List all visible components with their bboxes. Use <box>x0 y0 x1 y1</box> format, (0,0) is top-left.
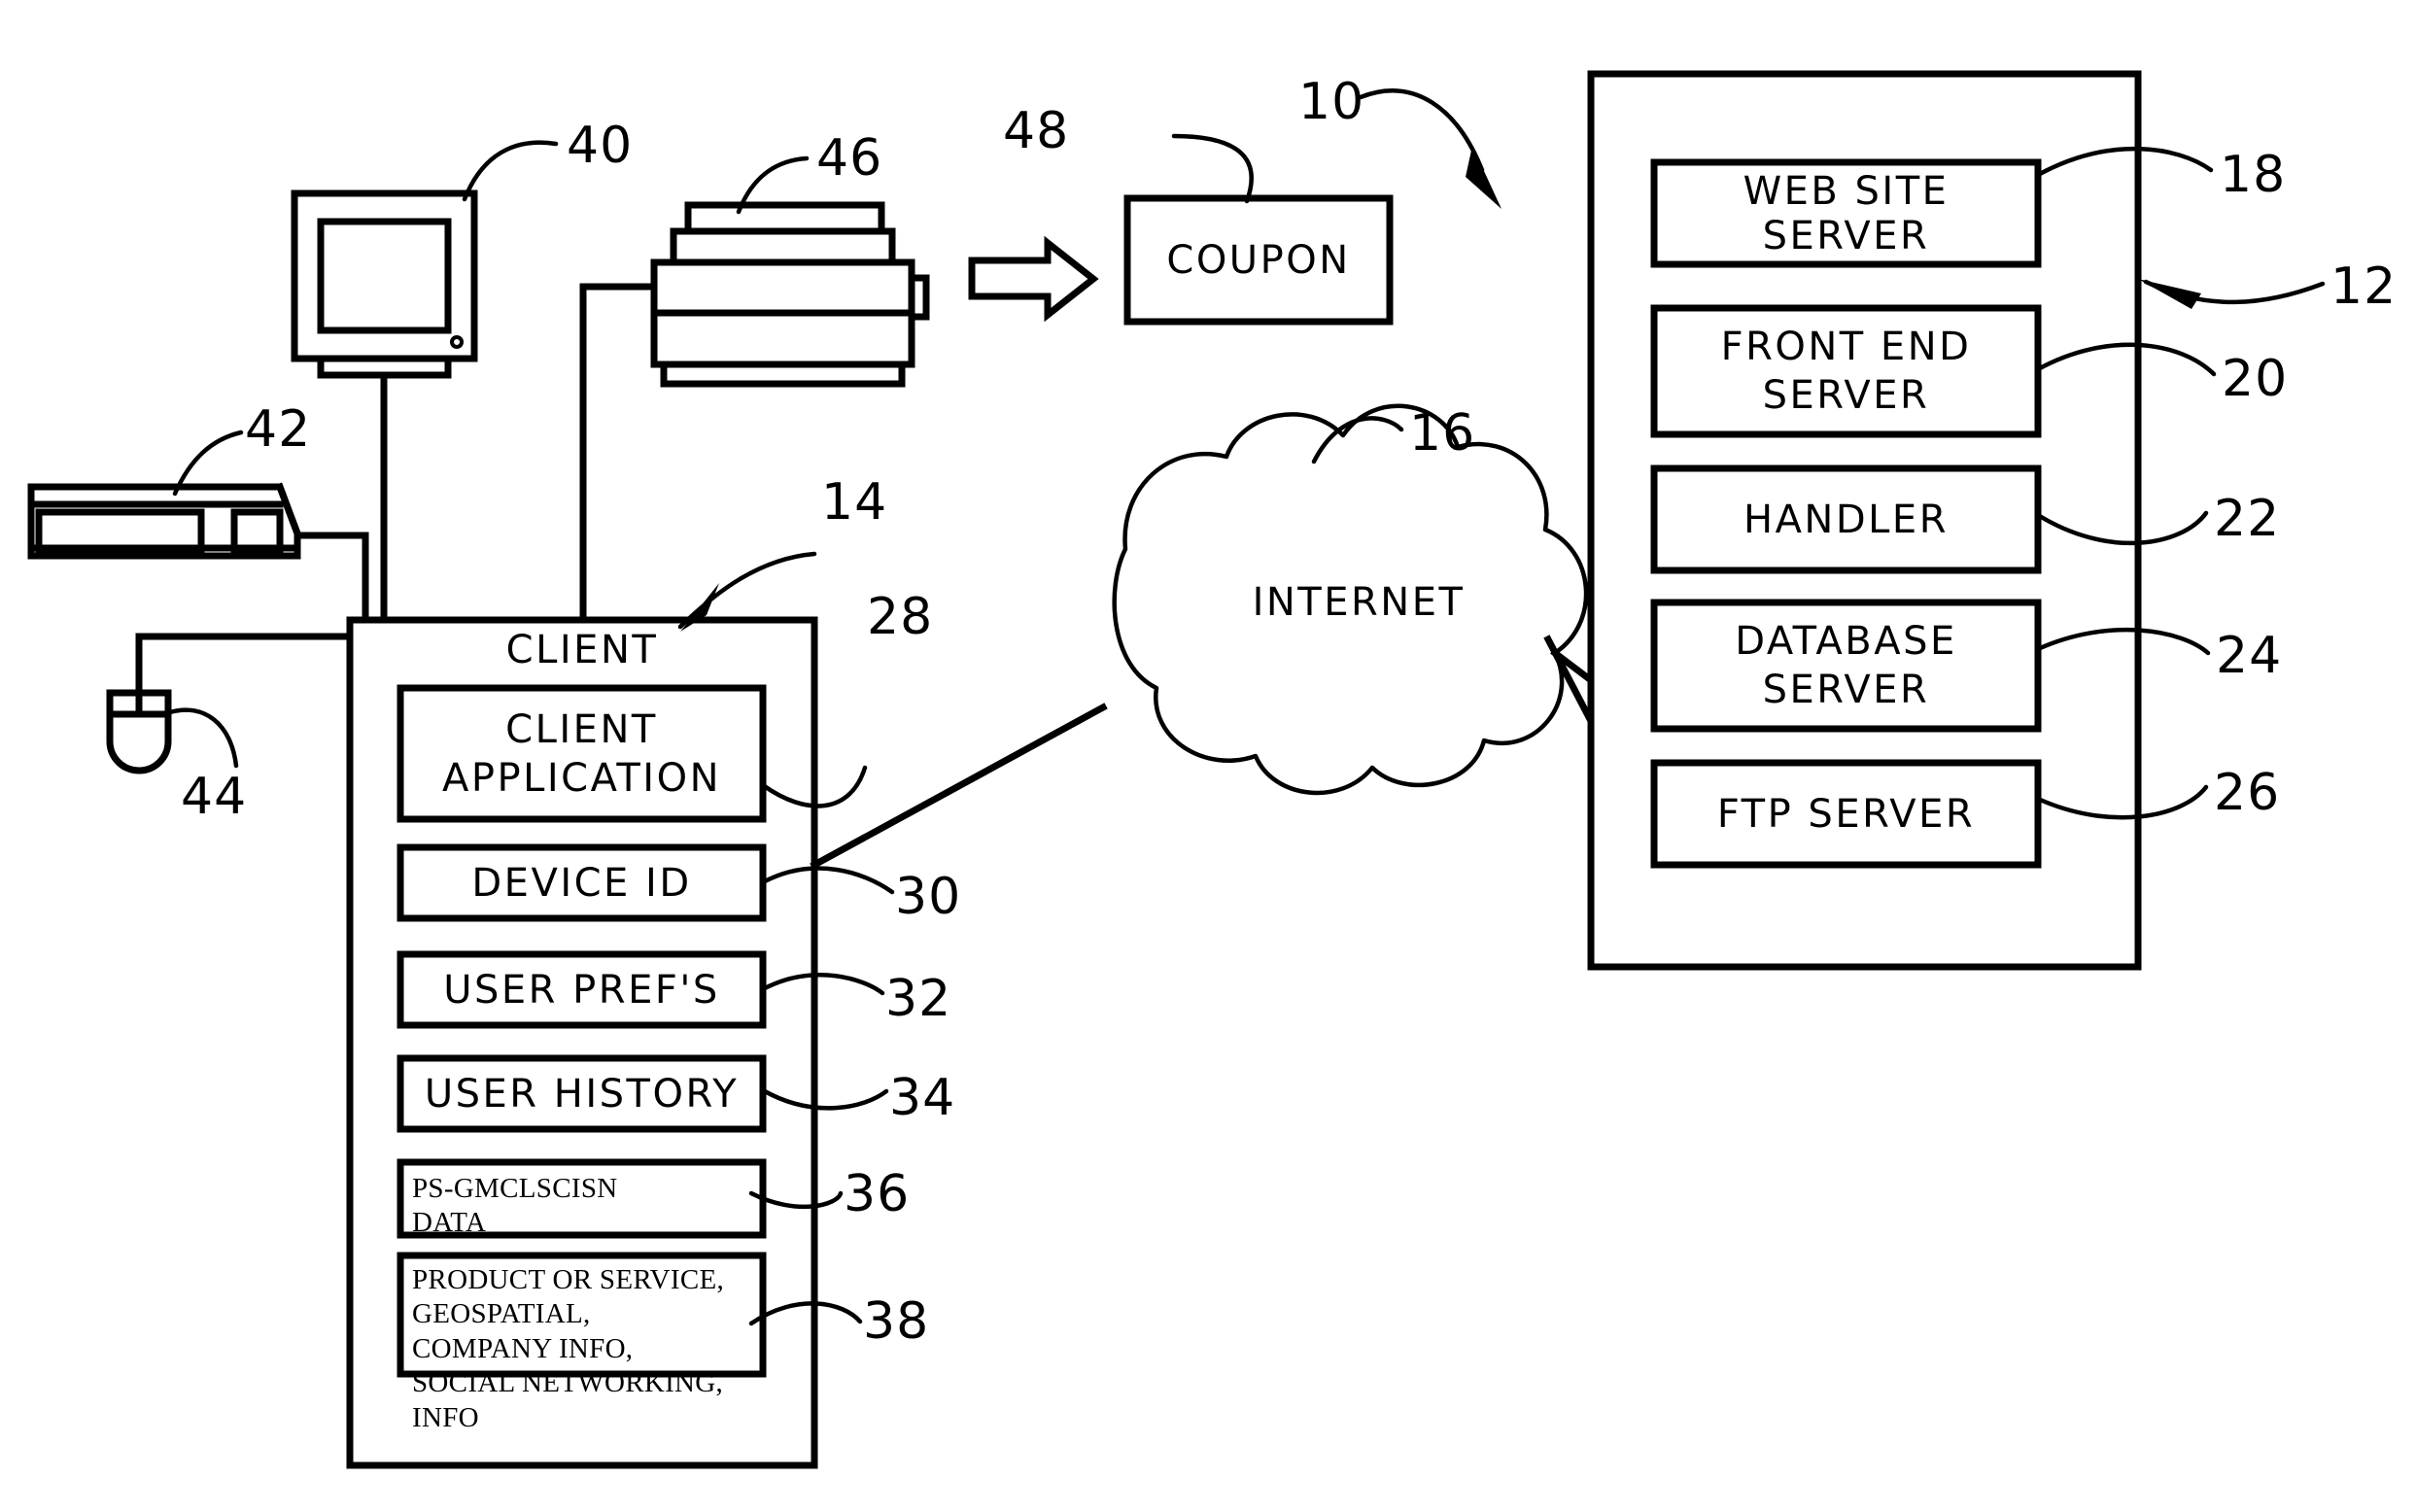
ref-num-28: 28 <box>867 588 934 646</box>
monitor-icon <box>291 189 478 624</box>
patent-figure: 40 42 44 46 48 COUPON 10 14 CLIENT CLIEN… <box>0 0 2416 1512</box>
ref-num-44: 44 <box>181 768 248 826</box>
ref-num-34: 34 <box>889 1069 956 1127</box>
lead-12-arrowhead <box>2138 279 2201 309</box>
keyboard-icon <box>27 482 302 560</box>
lead-40 <box>462 140 559 202</box>
web-site-server-label: WEB SITE SERVER <box>1743 168 1950 258</box>
ref-num-38: 38 <box>863 1292 930 1351</box>
printer-cable <box>579 283 658 624</box>
ref-num-12: 12 <box>2330 258 2398 316</box>
ps-data-label: PS-GMCLSCISN DATA <box>412 1173 618 1239</box>
ref-num-14: 14 <box>821 473 888 532</box>
front-end-server-label: FRONT END SERVER <box>1720 325 1972 418</box>
lead-10 <box>1358 88 1485 173</box>
ref-num-16: 16 <box>1409 404 1476 463</box>
ref-num-24: 24 <box>2216 627 2283 685</box>
lead-44 <box>167 707 239 769</box>
ref-num-40: 40 <box>567 117 634 175</box>
ref-num-10: 10 <box>1298 73 1365 131</box>
ref-num-48: 48 <box>1003 102 1070 160</box>
ref-num-30: 30 <box>895 868 962 926</box>
product-info-label: PRODUCT OR SERVICE, GEOSPATIAL, COMPANY … <box>412 1264 725 1433</box>
printer-icon <box>650 201 930 388</box>
database-server-label: DATABASE SERVER <box>1735 619 1957 712</box>
lead-10-arrowhead <box>1466 146 1501 209</box>
ref-num-42: 42 <box>245 400 312 459</box>
ftp-server-label: FTP SERVER <box>1716 791 1976 837</box>
ref-num-26: 26 <box>2214 764 2281 822</box>
mouse-icon <box>106 689 172 774</box>
client-title: CLIENT <box>505 628 659 672</box>
ref-num-46: 46 <box>816 129 883 188</box>
ref-num-22: 22 <box>2214 490 2281 548</box>
ref-num-20: 20 <box>2222 350 2289 408</box>
client-application-label: CLIENT APPLICATION <box>441 706 721 801</box>
mouse-cable <box>135 633 354 697</box>
device-id-label: DEVICE ID <box>471 860 692 906</box>
ref-num-36: 36 <box>844 1165 911 1223</box>
user-history-label: USER HISTORY <box>424 1071 740 1117</box>
keyboard-cable <box>293 532 369 624</box>
user-prefs-label: USER PREF'S <box>443 967 720 1013</box>
coupon-label: COUPON <box>1166 237 1351 283</box>
ref-num-18: 18 <box>2220 146 2287 204</box>
handler-label: HANDLER <box>1743 497 1949 542</box>
internet-label: INTERNET <box>1252 580 1466 625</box>
ref-num-32: 32 <box>885 970 952 1028</box>
lead-48 <box>1171 133 1254 204</box>
print-arrow-icon <box>968 235 1099 323</box>
